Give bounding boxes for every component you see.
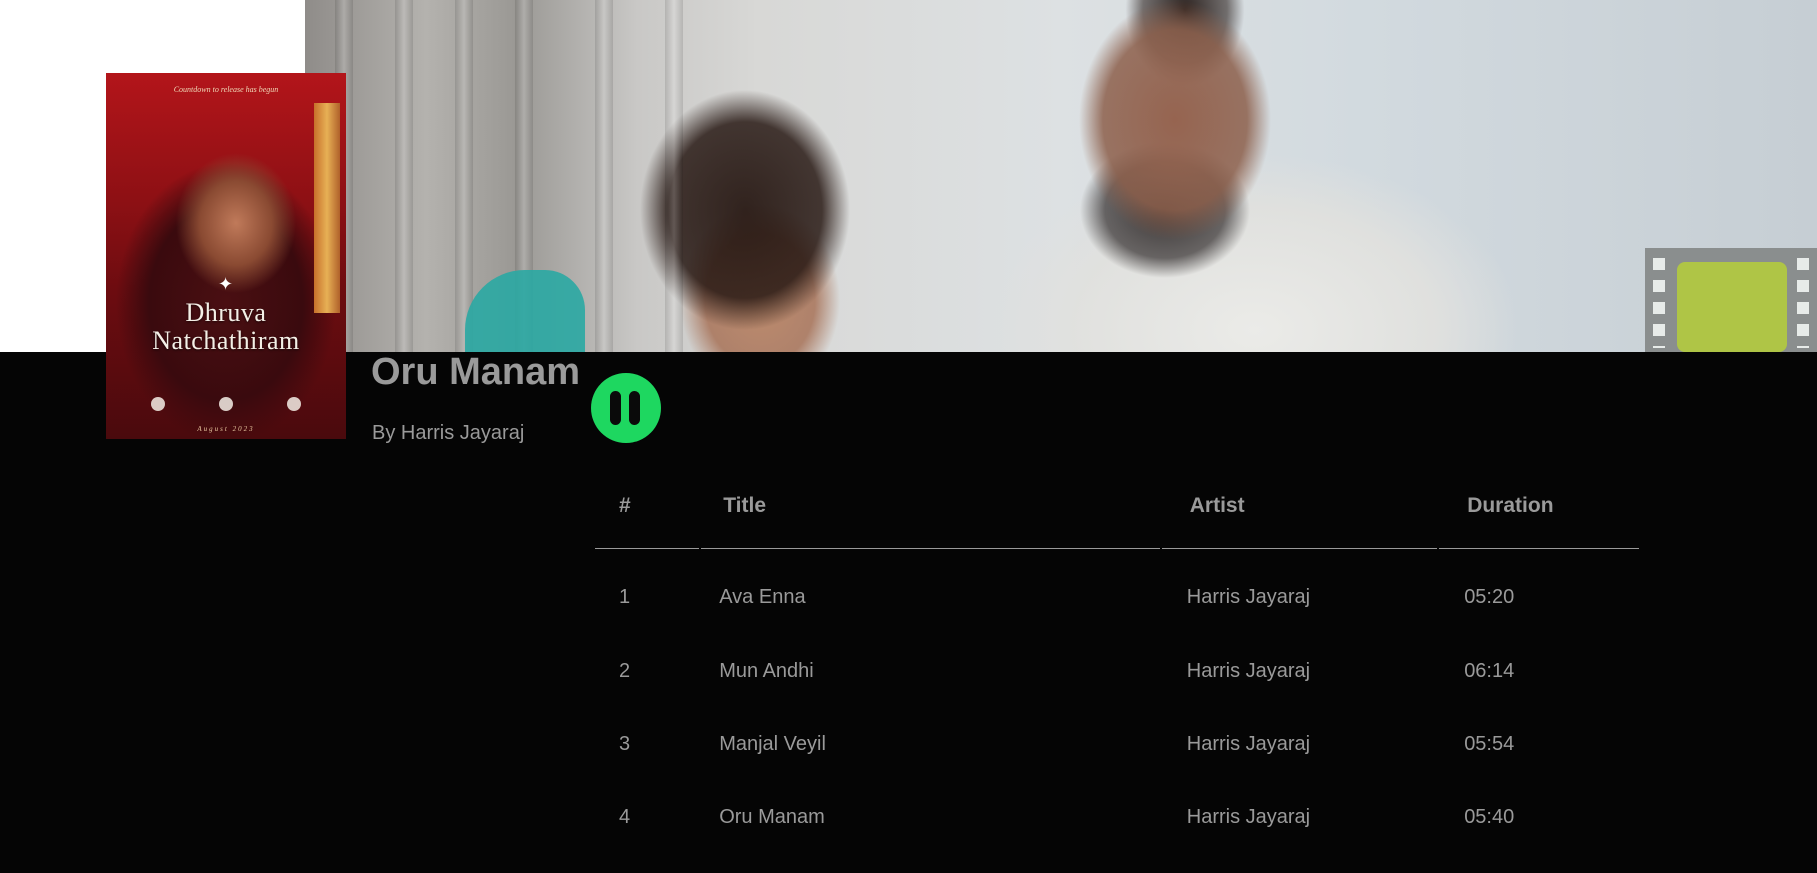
track-title[interactable]: Mun Andhi (701, 635, 1160, 708)
column-header-artist: Artist (1161, 470, 1438, 549)
cover-title-line: Dhruva (185, 298, 267, 327)
track-title[interactable]: Ava Enna (701, 549, 1160, 635)
watermark-logo (1645, 248, 1817, 352)
cover-title: Dhruva Natchathiram (106, 299, 346, 355)
column-header-title: Title (701, 470, 1160, 549)
cover-footer: August 2023 (197, 425, 255, 433)
cover-tagline: Countdown to release has begun (173, 85, 279, 94)
curtain-fold (595, 0, 613, 352)
sparkle-icon: ✦ (218, 274, 234, 294)
studio-logo-icon (151, 397, 165, 411)
cover-logos (106, 397, 346, 411)
column-header-number: # (595, 470, 700, 549)
track-artist: Harris Jayaraj (1186, 660, 1311, 682)
track-artist: Harris Jayaraj (1186, 733, 1311, 755)
track-artist: Harris Jayaraj (1186, 806, 1311, 828)
track-table: # Title Artist Duration 1 Ava Enna Harri… (593, 470, 1641, 854)
curtain-fold (395, 0, 413, 352)
track-artist: Harris Jayaraj (1186, 585, 1311, 608)
track-row[interactable]: 1 Ava Enna Harris Jayaraj 05:20 (595, 549, 1639, 635)
track-number: 4 (619, 806, 631, 828)
watermark-mark (1677, 262, 1787, 352)
track-title[interactable]: Oru Manam (701, 781, 1160, 854)
pause-button[interactable] (591, 373, 661, 443)
track-row[interactable]: 3 Manjal Veyil Harris Jayaraj 05:54 (595, 708, 1639, 781)
track-duration: 05:20 (1464, 585, 1515, 608)
track-number: 2 (619, 660, 631, 682)
film-strip (1797, 258, 1809, 348)
album-cover: Countdown to release has begun ✦ Dhruva … (106, 73, 346, 439)
teal-cloth (465, 270, 585, 352)
cover-pillar (314, 103, 340, 313)
pause-icon (610, 391, 642, 425)
track-duration: 06:14 (1464, 660, 1515, 682)
track-row[interactable]: 2 Mun Andhi Harris Jayaraj 06:14 (595, 635, 1639, 708)
curtain-fold (455, 0, 473, 352)
track-duration: 05:54 (1464, 733, 1515, 755)
track-number: 3 (619, 733, 631, 755)
track-number: 1 (619, 585, 631, 608)
track-row[interactable]: 4 Oru Manam Harris Jayaraj 05:40 (595, 781, 1639, 854)
cover-title-line: Natchathiram (152, 326, 300, 355)
album-page: Countdown to release has begun ✦ Dhruva … (0, 0, 1817, 873)
studio-logo-icon (219, 397, 233, 411)
album-title: Oru Manam (371, 351, 581, 393)
film-strip (1653, 258, 1665, 348)
studio-logo-icon (287, 397, 301, 411)
track-title[interactable]: Manjal Veyil (701, 708, 1160, 781)
track-duration: 05:40 (1464, 806, 1515, 828)
table-header-row: # Title Artist Duration (595, 470, 1639, 549)
column-header-duration: Duration (1439, 470, 1639, 549)
curtain-fold (665, 0, 683, 352)
album-artist: By Harris Jayaraj (372, 422, 525, 444)
banner-photo (305, 0, 1817, 352)
